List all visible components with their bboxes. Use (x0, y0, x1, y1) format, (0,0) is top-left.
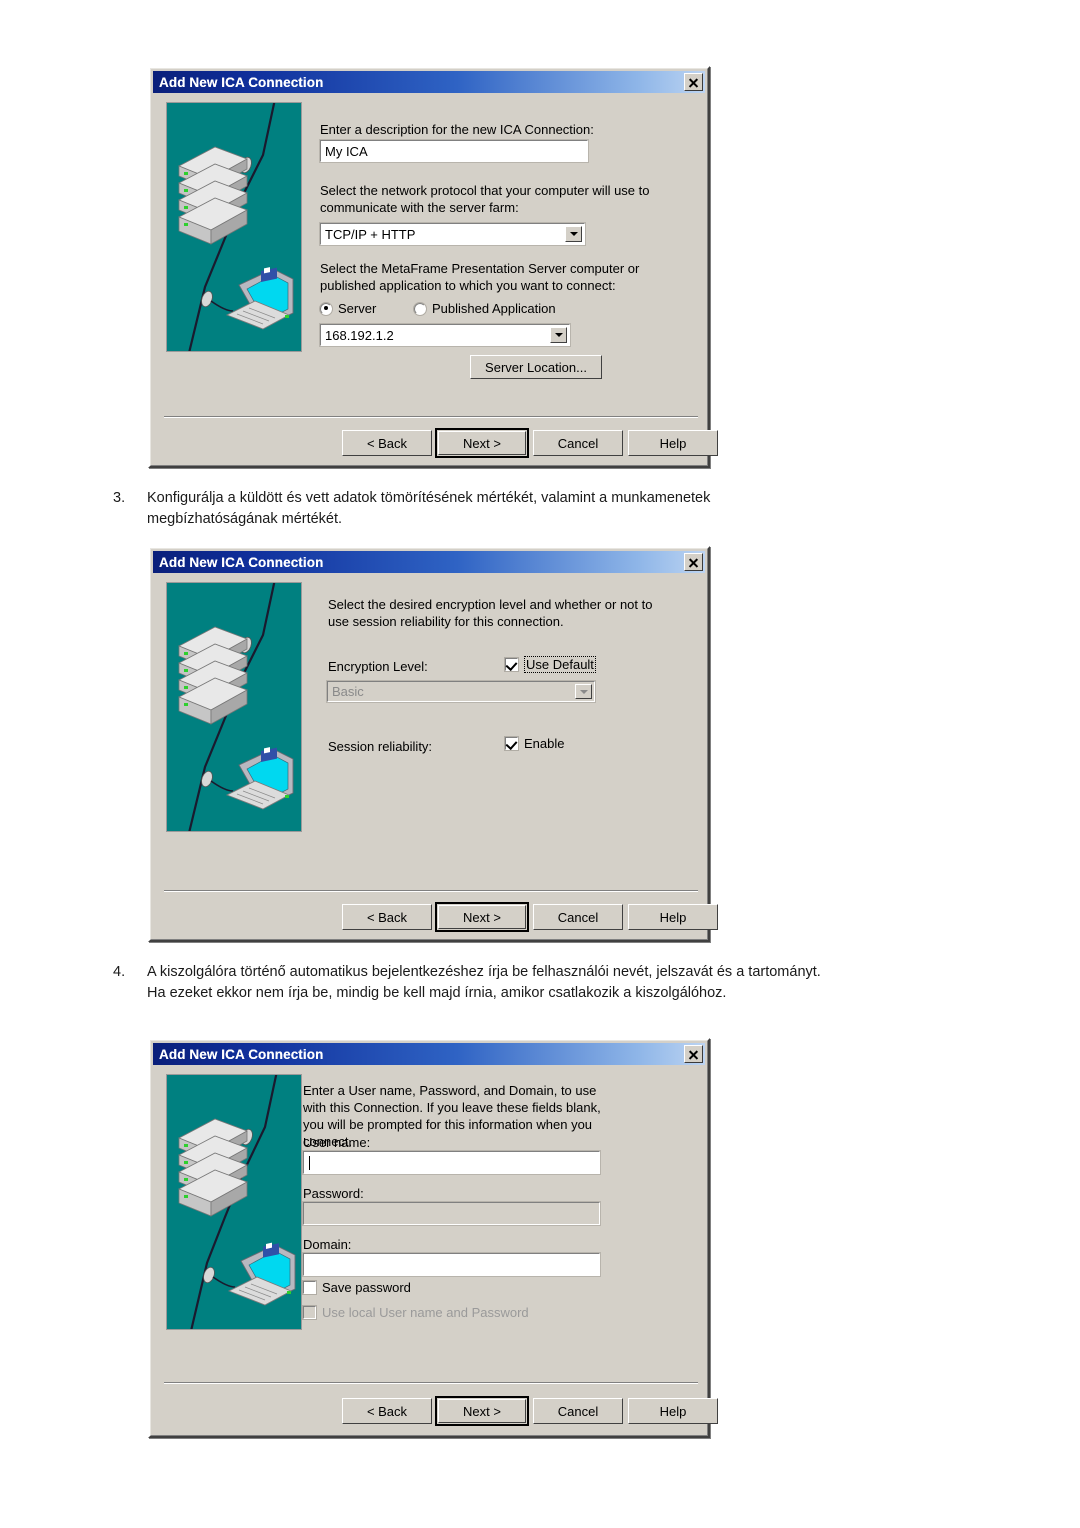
step-3: 3. Konfigurálja a küldött és vett adatok… (113, 488, 823, 530)
next-button-2[interactable]: Next > (435, 902, 529, 932)
use-local-checkbox-box (302, 1305, 317, 1320)
username-label: User name: (303, 1135, 371, 1150)
dialog-title-2: Add New ICA Connection (159, 554, 324, 570)
description-label-1: Enter a description for the new ICA Conn… (320, 122, 594, 137)
server-laptop-network-illustration (167, 583, 301, 831)
help-label-3: Help (659, 1403, 687, 1419)
cancel-button-3[interactable]: Cancel (533, 1398, 623, 1424)
cancel-button-1[interactable]: Cancel (533, 430, 623, 456)
back-button-2[interactable]: < Back (342, 904, 432, 930)
enable-checkbox-box (504, 736, 519, 751)
next-label-2: Next > (463, 909, 501, 925)
cancel-button-2[interactable]: Cancel (533, 904, 623, 930)
save-password-label: Save password (322, 1280, 411, 1295)
step-4-number: 4. (113, 964, 126, 980)
encryption-level-label: Encryption Level: (328, 659, 428, 674)
domain-input[interactable] (302, 1252, 601, 1277)
help-label-2: Help (659, 909, 687, 925)
server-laptop-network-illustration (167, 1075, 301, 1329)
server-combobox[interactable]: 168.192.1.2 (319, 323, 571, 347)
dialog-add-new-ica-connection-1: Add New ICA Connection Enter a descripti… (148, 66, 718, 468)
password-input[interactable] (302, 1201, 601, 1226)
step-4: 4. A kiszolgálóra történő automatikus be… (113, 962, 843, 1004)
next-label-3: Next > (463, 1403, 501, 1419)
server-location-button[interactable]: Server Location... (470, 355, 602, 379)
back-button-3[interactable]: < Back (342, 1398, 432, 1424)
description-input[interactable]: My ICA (319, 139, 589, 163)
server-value: 168.192.1.2 (325, 327, 394, 343)
radio-published-label: Published Application (432, 301, 556, 316)
titlebar-2: Add New ICA Connection (153, 551, 705, 573)
step-3-text: Konfigurálja a küldött és vett adatok tö… (147, 490, 711, 528)
radio-published-application[interactable]: Published Application (413, 301, 556, 316)
back-button-1[interactable]: < Back (342, 430, 432, 456)
cancel-label-1: Cancel (557, 435, 599, 451)
save-password-checkbox[interactable]: Save password (302, 1280, 411, 1295)
help-button-2[interactable]: Help (628, 904, 718, 930)
encryption-level-value: Basic (332, 684, 364, 699)
button-separator-1 (164, 416, 698, 418)
radio-server[interactable]: Server (319, 301, 377, 316)
server-laptop-network-illustration (167, 103, 301, 351)
protocol-value: TCP/IP + HTTP (325, 226, 416, 242)
next-button-1[interactable]: Next > (435, 428, 529, 458)
chevron-down-icon[interactable] (565, 226, 582, 242)
domain-label: Domain: (303, 1237, 352, 1252)
chevron-down-icon[interactable] (575, 684, 592, 699)
help-button-1[interactable]: Help (628, 430, 718, 456)
description-value: My ICA (325, 143, 368, 159)
close-icon[interactable] (684, 1045, 703, 1063)
server-location-label: Server Location... (485, 359, 587, 375)
protocol-label: Select the network protocol that your co… (320, 183, 650, 216)
illustration-panel-1 (166, 102, 302, 352)
back-label-1: < Back (366, 435, 408, 451)
use-default-label: Use Default (524, 656, 596, 673)
use-local-label: Use local User name and Password (322, 1305, 529, 1320)
titlebar-3: Add New ICA Connection (153, 1043, 705, 1065)
radio-published-dot (413, 301, 427, 316)
chevron-down-icon[interactable] (550, 327, 567, 343)
close-icon[interactable] (684, 553, 703, 571)
close-icon[interactable] (684, 73, 703, 91)
dialog-add-new-ica-connection-2: Add New ICA Connection Select the desire… (148, 546, 718, 942)
encryption-level-combobox[interactable]: Basic (326, 680, 596, 703)
help-label-1: Help (659, 435, 687, 451)
text-caret (309, 1155, 310, 1170)
use-default-checkbox[interactable]: Use Default (504, 656, 596, 673)
save-password-checkbox-box (302, 1280, 317, 1295)
help-button-3[interactable]: Help (628, 1398, 718, 1424)
session-reliability-label: Session reliability: (328, 739, 433, 754)
back-label-2: < Back (366, 909, 408, 925)
illustration-panel-2 (166, 582, 302, 832)
step-3-number: 3. (113, 490, 126, 506)
next-button-3[interactable]: Next > (435, 1396, 529, 1426)
titlebar-1: Add New ICA Connection (153, 71, 705, 93)
illustration-panel-3 (166, 1074, 302, 1330)
step-4-text: A kiszolgálóra történő automatikus bejel… (147, 964, 821, 1002)
password-label: Password: (303, 1186, 364, 1201)
cancel-label-3: Cancel (557, 1403, 599, 1419)
dialog-title-3: Add New ICA Connection (159, 1046, 324, 1062)
target-label: Select the MetaFrame Presentation Server… (320, 261, 640, 294)
dialog-title-1: Add New ICA Connection (159, 74, 324, 90)
enable-session-reliability-checkbox[interactable]: Enable (504, 736, 565, 751)
username-input[interactable] (302, 1150, 601, 1175)
encryption-intro-text: Select the desired encryption level and … (328, 597, 653, 630)
button-separator-2 (164, 890, 698, 892)
enable-label: Enable (524, 736, 565, 751)
use-default-checkbox-box (504, 657, 519, 672)
radio-server-dot (319, 301, 333, 316)
use-local-credentials-checkbox: Use local User name and Password (302, 1305, 529, 1320)
button-separator-3 (164, 1382, 698, 1384)
protocol-combobox[interactable]: TCP/IP + HTTP (319, 222, 586, 246)
back-label-3: < Back (366, 1403, 408, 1419)
cancel-label-2: Cancel (557, 909, 599, 925)
radio-server-label: Server (338, 301, 377, 316)
dialog-add-new-ica-connection-3: Add New ICA Connection Enter a User name… (148, 1038, 718, 1438)
next-label-1: Next > (463, 435, 501, 451)
